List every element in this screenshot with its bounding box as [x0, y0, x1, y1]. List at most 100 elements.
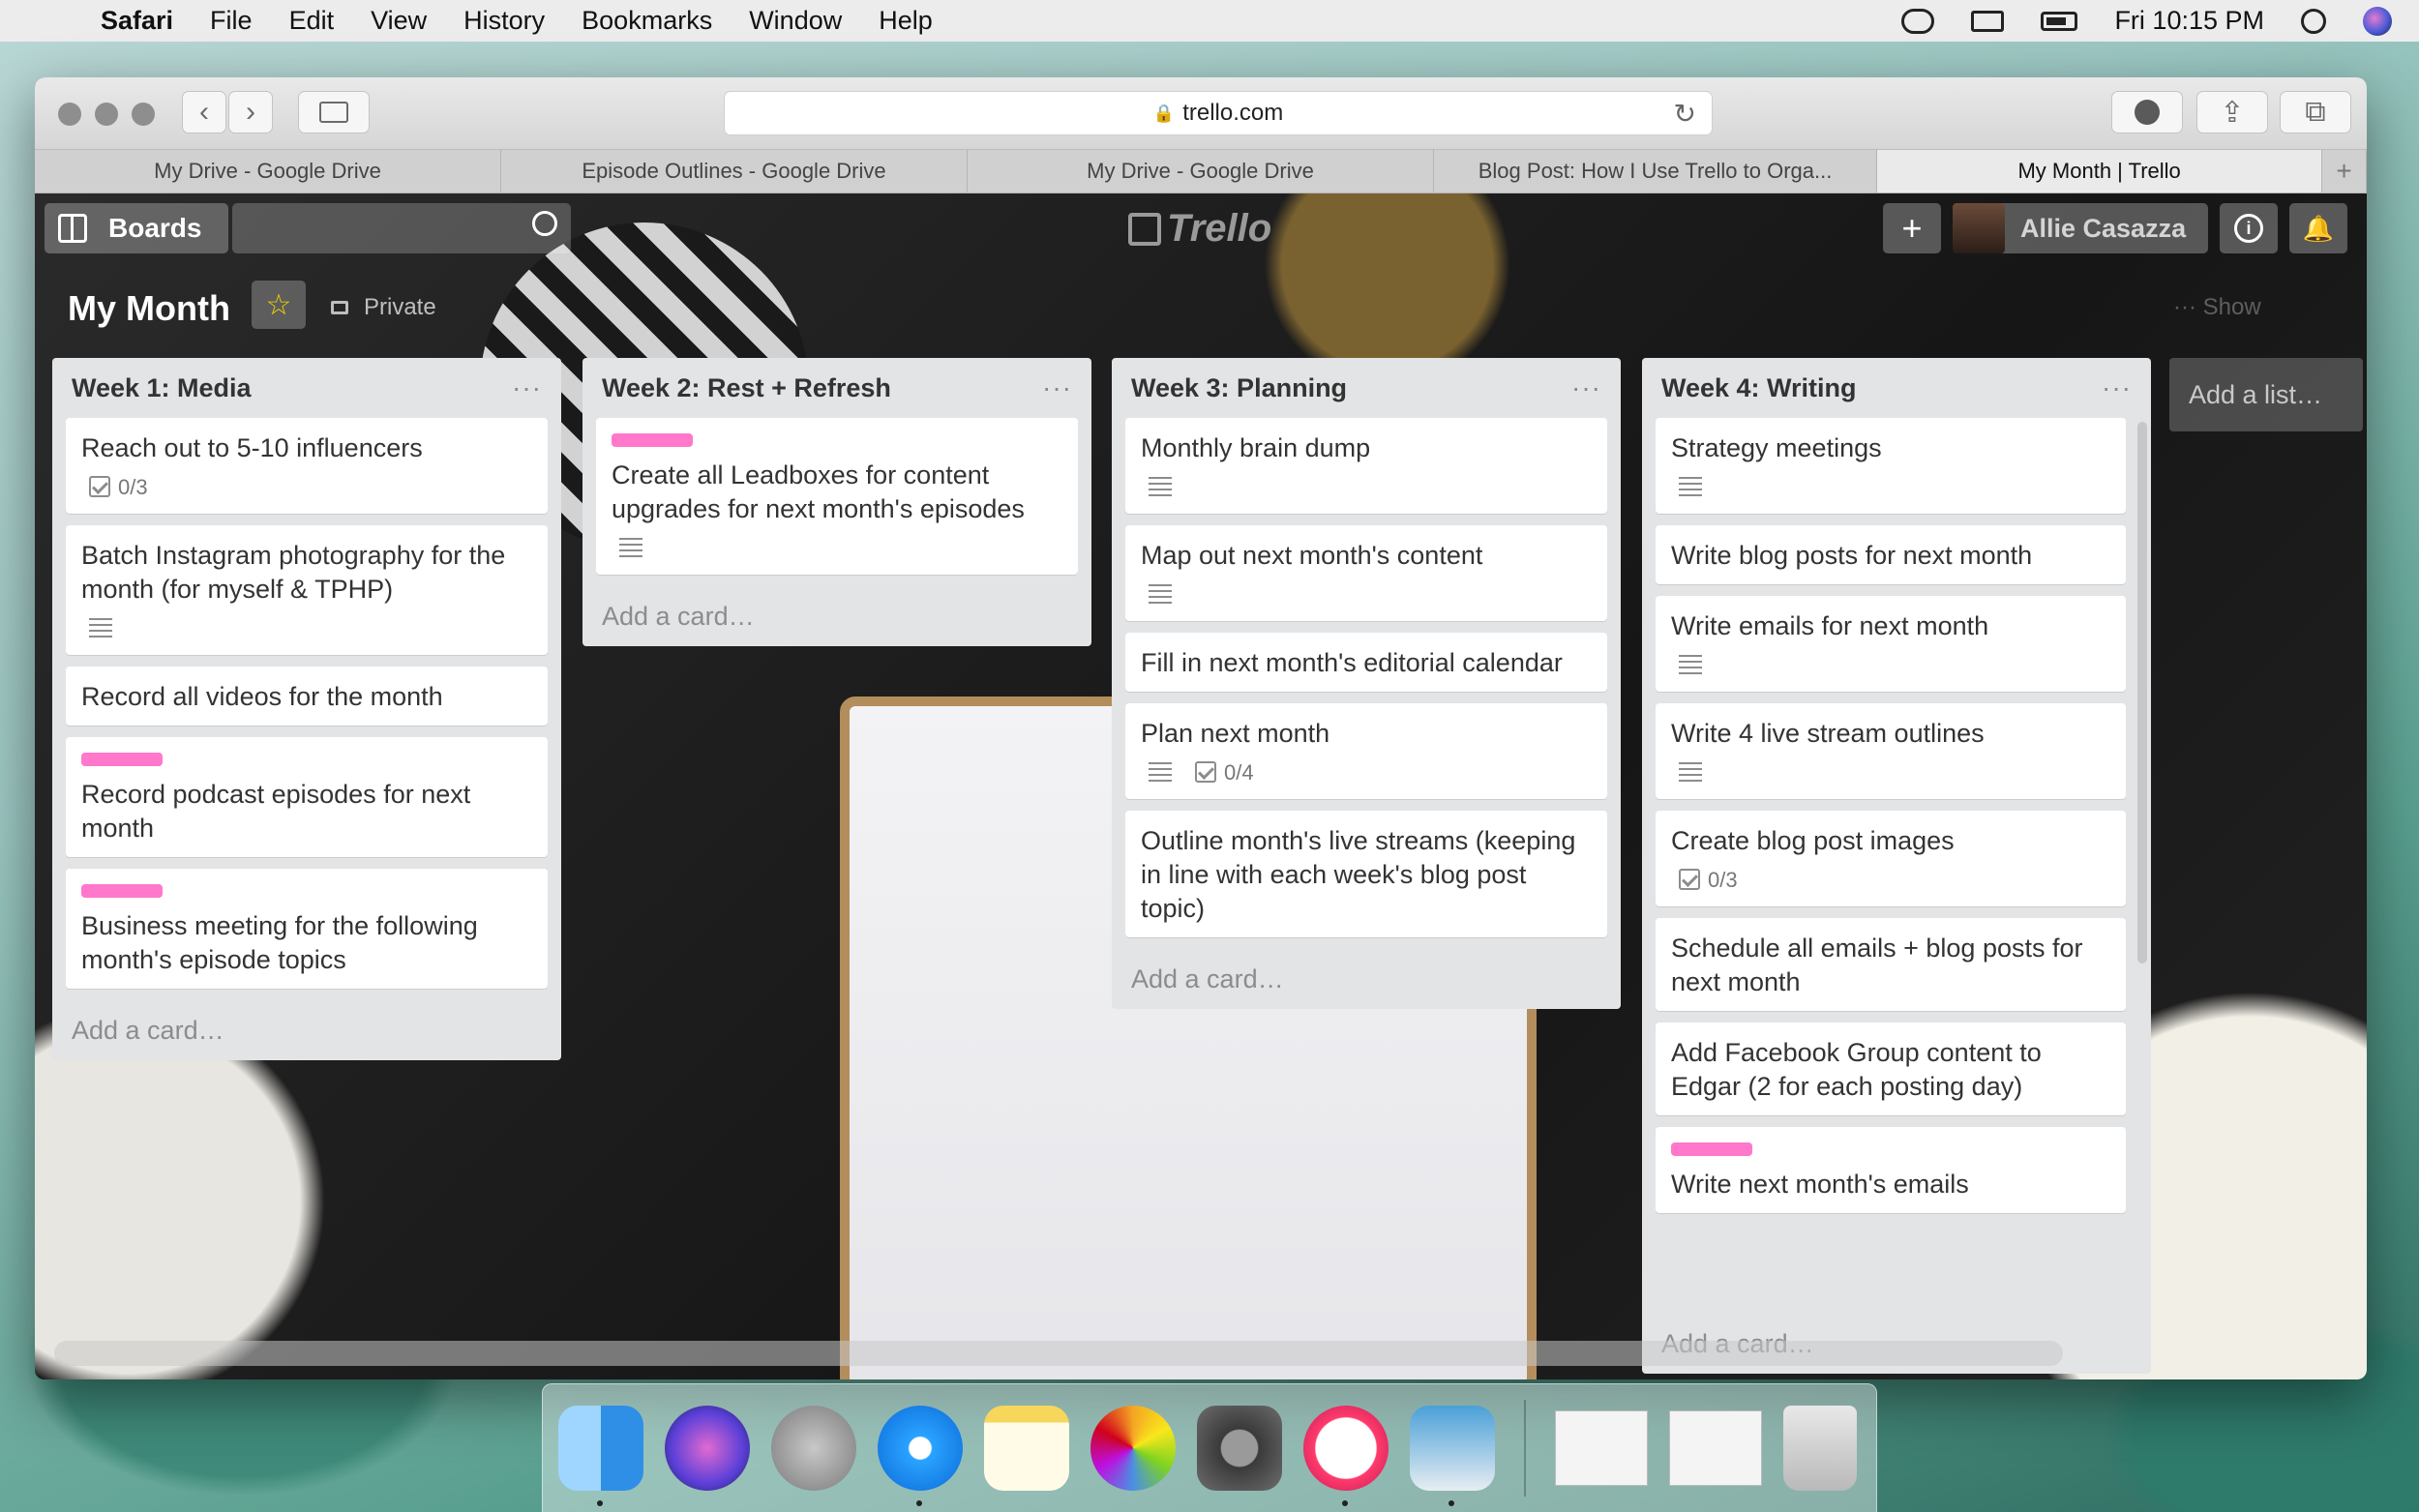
- photos-icon[interactable]: [1090, 1406, 1176, 1491]
- card[interactable]: Write emails for next month: [1656, 596, 2126, 692]
- card[interactable]: Map out next month's content: [1125, 525, 1607, 621]
- card-title: Fill in next month's editorial calendar: [1141, 648, 1563, 677]
- menu-bookmarks[interactable]: Bookmarks: [582, 6, 712, 36]
- list-header[interactable]: Week 4: Writing ···: [1656, 358, 2137, 418]
- card[interactable]: Schedule all emails + blog posts for nex…: [1656, 918, 2126, 1011]
- card-badges: [1141, 471, 1592, 502]
- trello-logo[interactable]: Trello: [1128, 207, 1271, 251]
- tab-my-month-trello[interactable]: My Month | Trello: [1877, 150, 2323, 193]
- close-window-button[interactable]: [58, 103, 81, 126]
- list-header[interactable]: Week 3: Planning ···: [1125, 358, 1607, 418]
- finder-icon[interactable]: [558, 1406, 643, 1506]
- card[interactable]: Monthly brain dump: [1125, 418, 1607, 514]
- trash-icon[interactable]: [1783, 1406, 1857, 1491]
- card[interactable]: Fill in next month's editorial calendar: [1125, 633, 1607, 692]
- minimize-window-button[interactable]: [95, 103, 118, 126]
- list-menu-icon[interactable]: ···: [2102, 372, 2132, 403]
- search-icon[interactable]: [532, 211, 557, 236]
- list-menu-icon[interactable]: ···: [1571, 372, 1601, 403]
- menu-help[interactable]: Help: [879, 6, 933, 36]
- reload-icon[interactable]: ↻: [1674, 98, 1696, 130]
- add-card-button[interactable]: Add a card…: [1125, 949, 1607, 1009]
- siri-icon[interactable]: [665, 1406, 750, 1491]
- tab-my-drive-1[interactable]: My Drive - Google Drive: [35, 150, 501, 193]
- menu-app-name[interactable]: Safari: [101, 6, 173, 36]
- card-title: Create all Leadboxes for content upgrade…: [612, 460, 1025, 523]
- card[interactable]: Add Facebook Group content to Edgar (2 f…: [1656, 1023, 2126, 1115]
- itunes-icon[interactable]: [1303, 1406, 1389, 1506]
- spotlight-search-icon[interactable]: [2301, 8, 2326, 34]
- menu-edit[interactable]: Edit: [289, 6, 335, 36]
- tab-overview-button[interactable]: ⧉: [2280, 91, 2351, 133]
- create-button[interactable]: +: [1883, 203, 1941, 253]
- new-tab-button[interactable]: +: [2322, 150, 2367, 193]
- minimized-document-icon[interactable]: [1555, 1410, 1648, 1486]
- list-menu-icon[interactable]: ···: [512, 372, 542, 403]
- menu-file[interactable]: File: [210, 6, 253, 36]
- battery-icon[interactable]: [2041, 11, 2078, 31]
- airplay-icon[interactable]: [1971, 10, 2005, 32]
- board-horizontal-scrollbar[interactable]: [54, 1341, 2063, 1366]
- description-icon: [1149, 584, 1172, 604]
- add-list-button[interactable]: Add a list…: [2169, 358, 2363, 431]
- card[interactable]: Record all videos for the month: [66, 667, 548, 726]
- board-search-input[interactable]: [232, 203, 571, 253]
- list-cards-scroll[interactable]: Strategy meetings Write blog posts for n…: [1656, 418, 2126, 1314]
- card[interactable]: Business meeting for the following month…: [66, 869, 548, 989]
- board-title[interactable]: My Month: [68, 288, 230, 329]
- launchpad-icon[interactable]: [771, 1406, 856, 1491]
- list-title[interactable]: Week 3: Planning: [1131, 373, 1347, 403]
- card-badges: [1671, 756, 2110, 787]
- zoom-window-button[interactable]: [132, 103, 155, 126]
- address-bar[interactable]: 🔒 trello.com ↻: [724, 91, 1713, 135]
- card[interactable]: Create blog post images 0/3: [1656, 811, 2126, 906]
- share-button[interactable]: ⇪: [2196, 91, 2268, 133]
- user-menu-button[interactable]: Allie Casazza: [1953, 203, 2208, 253]
- card[interactable]: Write next month's emails: [1656, 1127, 2126, 1213]
- tab-blog-post[interactable]: Blog Post: How I Use Trello to Orga...: [1434, 150, 1878, 193]
- notifications-button[interactable]: 🔔: [2289, 203, 2347, 253]
- add-card-button[interactable]: Add a card…: [66, 1000, 548, 1060]
- card[interactable]: Write 4 live stream outlines: [1656, 703, 2126, 799]
- add-card-button[interactable]: Add a card…: [596, 586, 1078, 646]
- card-badges: 0/3: [1671, 864, 2110, 895]
- safari-icon[interactable]: [878, 1406, 963, 1506]
- minimized-window-icon[interactable]: [1669, 1410, 1762, 1486]
- list-header[interactable]: Week 2: Rest + Refresh ···: [596, 358, 1078, 418]
- system-preferences-icon[interactable]: [1197, 1406, 1282, 1491]
- card[interactable]: Plan next month 0/4: [1125, 703, 1607, 799]
- list-title[interactable]: Week 1: Media: [72, 373, 252, 403]
- list-header[interactable]: Week 1: Media ···: [66, 358, 548, 418]
- boards-button[interactable]: Boards: [45, 203, 228, 253]
- show-menu-button[interactable]: ··· Show: [2173, 294, 2261, 321]
- list-menu-icon[interactable]: ···: [1042, 372, 1072, 403]
- checklist-icon: [1195, 761, 1216, 783]
- card[interactable]: Batch Instagram photography for the mont…: [66, 525, 548, 655]
- star-board-button[interactable]: ☆: [252, 281, 306, 329]
- menu-history[interactable]: History: [463, 6, 545, 36]
- card[interactable]: Create all Leadboxes for content upgrade…: [596, 418, 1078, 575]
- sidebar-toggle-button[interactable]: [298, 91, 370, 133]
- menu-view[interactable]: View: [371, 6, 427, 36]
- preview-icon[interactable]: [1410, 1406, 1495, 1506]
- back-button[interactable]: ‹: [182, 91, 226, 133]
- siri-icon[interactable]: [2363, 6, 2392, 36]
- card[interactable]: Write blog posts for next month: [1656, 525, 2126, 584]
- card[interactable]: Strategy meetings: [1656, 418, 2126, 514]
- card[interactable]: Reach out to 5-10 influencers 0/3: [66, 418, 548, 514]
- forward-button[interactable]: ›: [228, 91, 273, 133]
- card[interactable]: Outline month's live streams (keeping in…: [1125, 811, 1607, 937]
- tab-episode-outlines[interactable]: Episode Outlines - Google Drive: [501, 150, 968, 193]
- list-title[interactable]: Week 4: Writing: [1661, 373, 1857, 403]
- info-button[interactable]: i: [2220, 203, 2278, 253]
- downloads-button[interactable]: [2111, 91, 2183, 133]
- card[interactable]: Record podcast episodes for next month: [66, 737, 548, 857]
- tab-my-drive-2[interactable]: My Drive - Google Drive: [968, 150, 1434, 193]
- list-scrollbar[interactable]: [2137, 422, 2147, 964]
- visibility-button[interactable]: Private: [331, 294, 436, 321]
- menu-clock[interactable]: Fri 10:15 PM: [2114, 6, 2264, 36]
- creative-cloud-icon[interactable]: [1901, 8, 1935, 34]
- list-title[interactable]: Week 2: Rest + Refresh: [602, 373, 891, 403]
- menu-window[interactable]: Window: [749, 6, 842, 36]
- notes-icon[interactable]: [984, 1406, 1069, 1491]
